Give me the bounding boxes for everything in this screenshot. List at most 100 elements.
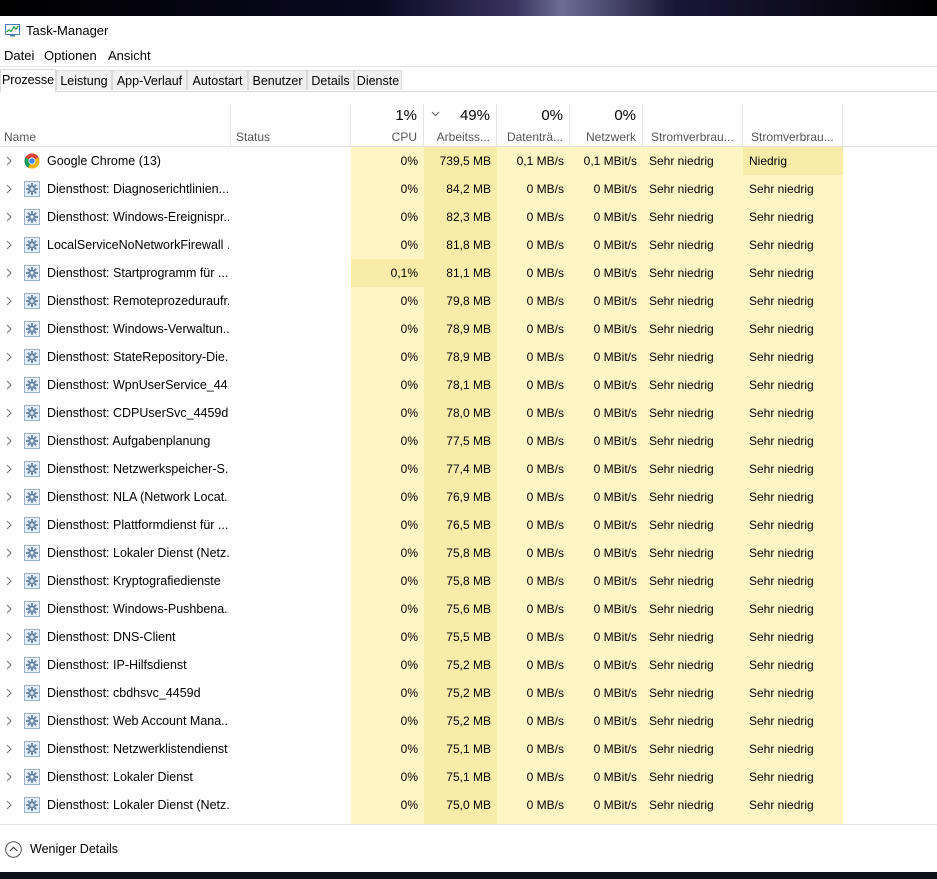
chevron-up-circle-icon[interactable] [5,841,22,858]
process-name: Diensthost: cbdhsvc_4459d [47,686,201,700]
process-name: Diensthost: Lokaler Dienst (Netz... [47,546,229,560]
header-status[interactable]: Status [231,104,351,146]
header-power-trend[interactable]: Stromverbrau... [743,104,843,146]
mem-cell: 82,3 MB [446,210,491,224]
chevron-right-icon[interactable] [4,576,14,586]
tab-dienste[interactable]: Dienste [354,70,402,90]
chevron-right-icon[interactable] [4,688,14,698]
table-row[interactable]: Diensthost: Plattformdienst für ... 0% 76,… [0,511,937,539]
chevron-right-icon[interactable] [4,744,14,754]
header-power-label: Stromverbrau... [651,130,734,144]
menu-datei[interactable]: Datei [4,48,34,63]
header-net[interactable]: 0% Netzwerk [570,104,643,146]
table-row[interactable]: Diensthost: WpnUserService_44... 0% 78,1 M… [0,371,937,399]
chevron-right-icon[interactable] [4,772,14,782]
table-row[interactable]: Diensthost: Diagnoserichtlinien... 0% 84,2… [0,175,937,203]
table-row[interactable]: Diensthost: Aufgabenplanung 0% 77,5 MB 0 MB… [0,427,937,455]
chevron-right-icon[interactable] [4,380,14,390]
table-row[interactable]: Diensthost: Lokaler Dienst (Netz... 0% 75,… [0,791,937,819]
header-cpu-pct: 1% [395,107,417,124]
chevron-right-icon[interactable] [4,184,14,194]
header-power[interactable]: Stromverbrau... [643,104,743,146]
power-cell: Sehr niedrig [649,742,714,756]
disk-cell: 0 MB/s [526,630,564,644]
net-cell: 0 MBit/s [593,490,637,504]
chevron-right-icon[interactable] [4,492,14,502]
tab-leistung[interactable]: Leistung [56,70,112,90]
process-name: Diensthost: Windows-Pushbena... [47,602,229,616]
table-row[interactable]: Diensthost: Lokaler Dienst 0% 75,1 MB 0 MB/… [0,763,937,791]
tab-app-verlauf[interactable]: App-Verlauf [112,70,187,90]
header-mem[interactable]: 49% Arbeitss... [424,104,497,146]
chevron-right-icon[interactable] [4,352,14,362]
chevron-right-icon[interactable] [4,800,14,810]
window-title: Task-Manager [26,23,109,38]
table-row[interactable]: Diensthost: Web Account Mana... 0% 75,2 MB… [0,707,937,735]
chevron-right-icon[interactable] [4,548,14,558]
table-row[interactable]: Diensthost: Windows-Verwaltun... 0% 78,9 M… [0,315,937,343]
tab-benutzer[interactable]: Benutzer [248,70,307,90]
chevron-right-icon[interactable] [4,408,14,418]
gear-icon [24,741,40,757]
net-cell: 0 MBit/s [593,350,637,364]
header-disk[interactable]: 0% Datenträ... [497,104,570,146]
table-row[interactable]: Diensthost: Netzwerklistendienst 0% 75,1 M… [0,735,937,763]
tab-autostart[interactable]: Autostart [187,70,248,90]
net-cell: 0 MBit/s [593,686,637,700]
power-cell: Sehr niedrig [649,714,714,728]
mem-cell: 75,6 MB [446,602,491,616]
table-row[interactable]: Diensthost: StateRepository-Die... 0% 78,9… [0,343,937,371]
table-row[interactable]: Diensthost: IP-Hilfsdienst 0% 75,2 MB 0 MB/… [0,651,937,679]
table-row[interactable]: Diensthost: Remoteprozeduraufr... 0% 79,8 … [0,287,937,315]
chevron-right-icon[interactable] [4,464,14,474]
chevron-right-icon[interactable] [4,436,14,446]
table-row[interactable]: LocalServiceNoNetworkFirewall ... 0% 81,8 … [0,231,937,259]
cpu-cell: 0% [400,630,418,644]
power-cell: Sehr niedrig [649,630,714,644]
table-row[interactable]: Diensthost: Lokaler Dienst (Netz... 0% 75,… [0,539,937,567]
cpu-cell: 0% [400,546,418,560]
less-details-link[interactable]: Weniger Details [30,842,118,856]
chevron-right-icon[interactable] [4,240,14,250]
chevron-right-icon[interactable] [4,520,14,530]
table-row[interactable]: Diensthost: Windows-Ereignispr... 0% 82,3 … [0,203,937,231]
table-row[interactable]: Diensthost: Kryptografiedienste 0% 75,8 MB… [0,567,937,595]
disk-cell: 0 MB/s [526,490,564,504]
table-row[interactable]: Diensthost: CDPUserSvc_4459d 0% 78,0 MB 0 M… [0,399,937,427]
gear-icon [24,321,40,337]
power-trend-cell: Sehr niedrig [749,378,814,392]
disk-cell: 0 MB/s [526,742,564,756]
gear-icon [24,517,40,533]
disk-cell: 0 MB/s [526,350,564,364]
chevron-right-icon[interactable] [4,604,14,614]
chevron-right-icon[interactable] [4,324,14,334]
tab-prozesse[interactable]: Prozesse [0,69,56,92]
header-cpu[interactable]: 1% CPU [351,104,424,146]
chevron-right-icon[interactable] [4,212,14,222]
menu-optionen[interactable]: Optionen [44,48,97,63]
power-trend-cell: Sehr niedrig [749,238,814,252]
desktop-wallpaper-strip [0,0,937,16]
gear-icon [24,797,40,813]
sort-chevron-down-icon [431,111,440,117]
menu-ansicht[interactable]: Ansicht [108,48,151,63]
chevron-right-icon[interactable] [4,296,14,306]
table-row[interactable]: Diensthost: Netzwerkspeicher-S... 0% 77,4 … [0,455,937,483]
process-name: Diensthost: DNS-Client [47,630,176,644]
cpu-cell: 0% [400,238,418,252]
table-row[interactable]: Diensthost: Windows-Pushbena... 0% 75,6 MB… [0,595,937,623]
chevron-right-icon[interactable] [4,632,14,642]
table-row[interactable]: Google Chrome (13) 0% 739,5 MB 0,1 MB/s 0,1 … [0,147,937,175]
table-row[interactable]: Diensthost: NLA (Network Locat... 0% 76,9 … [0,483,937,511]
chevron-right-icon[interactable] [4,660,14,670]
chevron-right-icon[interactable] [4,156,14,166]
table-row[interactable]: Diensthost: cbdhsvc_4459d 0% 75,2 MB 0 MB/s… [0,679,937,707]
chevron-right-icon[interactable] [4,268,14,278]
tab-details[interactable]: Details [307,70,354,90]
table-row[interactable]: Diensthost: Startprogramm für ... 0,1% 81,… [0,259,937,287]
header-name[interactable]: Name [0,104,231,146]
chevron-right-icon[interactable] [4,716,14,726]
power-cell: Sehr niedrig [649,770,714,784]
gear-icon [24,349,40,365]
table-row[interactable]: Diensthost: DNS-Client 0% 75,5 MB 0 MB/s 0 M… [0,623,937,651]
